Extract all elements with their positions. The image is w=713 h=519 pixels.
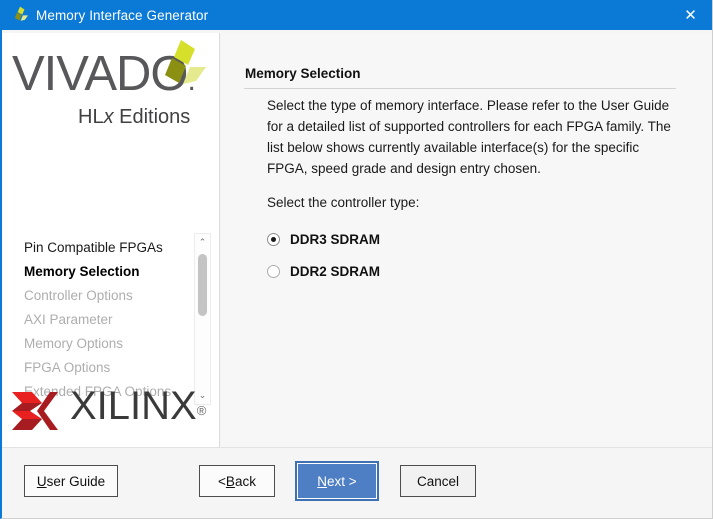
- sidebar-item-pin-compatible-fpgas[interactable]: Pin Compatible FPGAs: [2, 236, 194, 260]
- radio-label-ddr3: DDR3 SDRAM: [290, 231, 381, 247]
- sidebar-item-axi-parameter: AXI Parameter: [24, 312, 113, 327]
- controller-type-label: Select the controller type:: [267, 195, 420, 210]
- next-rest: ext >: [327, 473, 357, 489]
- user-guide-button[interactable]: User Guide: [24, 465, 118, 497]
- section-divider: [244, 88, 676, 89]
- section-description: Select the type of memory interface. Ple…: [267, 98, 671, 176]
- vivado-logo: VIVADO. HLx Editions: [10, 38, 215, 148]
- footer-bar: User Guide < Back Next > Cancel: [2, 447, 712, 518]
- next-button[interactable]: Next >: [295, 461, 379, 501]
- back-mnemonic: B: [225, 473, 235, 489]
- vivado-subtitle-suffix: Editions: [113, 106, 191, 128]
- vivado-tri-lobe-mark: [150, 40, 206, 92]
- radio-option-ddr2[interactable]: DDR2 SDRAM: [267, 255, 380, 287]
- vivado-mark-svg: [14, 6, 28, 21]
- close-icon[interactable]: ✕: [668, 0, 712, 30]
- window-title: Memory Interface Generator: [36, 7, 209, 23]
- sidebar-item-memory-selection[interactable]: Memory Selection: [2, 260, 194, 284]
- xilinx-mark-svg: [12, 392, 58, 430]
- next-mnemonic: N: [317, 473, 328, 489]
- xilinx-wordmark-text: XILINX: [70, 384, 197, 428]
- navigation-list: Pin Compatible FPGAs Memory Selection Co…: [2, 198, 194, 405]
- scrollbar-thumb[interactable]: [198, 254, 207, 316]
- radio-option-ddr3[interactable]: DDR3 SDRAM: [267, 223, 380, 255]
- controller-type-radio-group: DDR3 SDRAM DDR2 SDRAM: [267, 223, 380, 287]
- user-guide-rest: ser Guide: [46, 473, 106, 489]
- radio-button-ddr3[interactable]: [267, 232, 280, 246]
- xilinx-logo: XILINX®: [10, 382, 215, 440]
- vivado-subtitle-italic: x: [103, 106, 114, 128]
- scroll-up-arrow-icon[interactable]: ⌃: [195, 235, 210, 250]
- xilinx-wordmark: XILINX®: [70, 384, 206, 429]
- cancel-button[interactable]: Cancel: [400, 465, 476, 497]
- user-guide-mnemonic: U: [36, 473, 47, 489]
- main-content: Memory Selection Select the type of memo…: [221, 33, 712, 448]
- memory-interface-generator-window: Memory Interface Generator ✕ VIVADO. HLx…: [0, 0, 713, 519]
- vivado-mark-large-svg: [165, 40, 206, 84]
- title-bar: Memory Interface Generator ✕: [2, 0, 712, 30]
- page-title: Memory Selection: [245, 66, 361, 81]
- back-prefix: <: [218, 473, 226, 489]
- sidebar-item-controller-options: Controller Options: [24, 288, 133, 303]
- back-button[interactable]: < Back: [199, 465, 275, 497]
- back-rest: ack: [234, 473, 256, 489]
- xilinx-x-mark-icon: [12, 390, 58, 432]
- sidebar-item-fpga-options: FPGA Options: [24, 360, 111, 375]
- vivado-subtitle: HLx Editions: [78, 106, 190, 129]
- radio-button-ddr2[interactable]: [267, 264, 280, 278]
- vivado-subtitle-prefix: HL: [78, 106, 104, 128]
- sidebar: VIVADO. HLx Editions Pin Compatible FPGA…: [2, 33, 220, 448]
- sidebar-item-memory-options: Memory Options: [24, 336, 124, 351]
- radio-label-ddr2: DDR2 SDRAM: [290, 263, 381, 279]
- navigation-panel: Pin Compatible FPGAs Memory Selection Co…: [2, 198, 219, 405]
- sidebar-scrollbar[interactable]: ⌃ ⌄: [194, 233, 211, 405]
- registered-trademark-icon: ®: [196, 403, 207, 418]
- vivado-tri-lobe-icon: [10, 6, 28, 24]
